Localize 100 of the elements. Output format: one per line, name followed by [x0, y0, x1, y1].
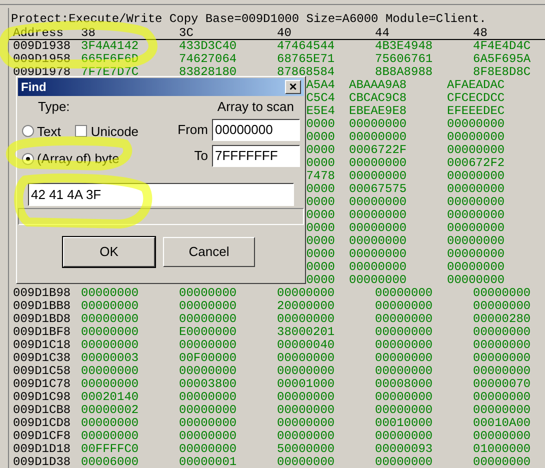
hex-value: 00000000 [81, 299, 139, 313]
hex-value: 00000093 [375, 442, 433, 456]
hex-value: 00000000 [375, 299, 433, 313]
radio-button[interactable] [22, 152, 34, 165]
column-header: 48 [473, 26, 488, 40]
hex-value: 00000000 [349, 273, 407, 287]
hex-value: 0000 [306, 208, 335, 222]
hex-value: ABAAA9A8 [349, 78, 407, 92]
hex-value: 00000000 [349, 208, 407, 222]
hex-value: CFCECDCC [447, 91, 505, 105]
column-header: 40 [277, 26, 292, 40]
hex-value: 00000000 [375, 325, 433, 339]
address-value: 009D1958 [13, 52, 71, 66]
to-label: To [194, 146, 208, 165]
hex-value: 00000000 [277, 312, 335, 326]
hex-value: 00000000 [473, 325, 531, 339]
address-value: 009D1938 [13, 39, 71, 53]
to-field[interactable]: 7FFFFFFF [212, 144, 300, 166]
window-title: Find [21, 79, 46, 96]
hex-value: 00000000 [179, 416, 237, 430]
hex-value: 00000000 [179, 312, 237, 326]
hex-value: 6A5F695A [473, 52, 531, 66]
address-value: 009D1C78 [13, 377, 71, 391]
hex-value: 00000000 [179, 442, 237, 456]
hex-value: 000672F2 [447, 156, 505, 170]
hex-value: 00000001 [179, 455, 237, 468]
hex-value: 0000 [306, 195, 335, 209]
hex-value: 00006000 [81, 455, 139, 468]
hex-value: 00000000 [277, 416, 335, 430]
type-label: Type: [37, 98, 71, 116]
hex-value: 00000070 [473, 377, 531, 391]
column-header: 38 [81, 26, 96, 40]
hex-value: 00000000 [349, 260, 407, 274]
hex-value: 00000000 [375, 312, 433, 326]
hex-value: 00000000 [277, 429, 335, 443]
hex-value: 00008000 [375, 377, 433, 391]
address-value: 009D1D38 [13, 455, 71, 468]
hex-value: 00000000 [277, 364, 335, 378]
hex-value: 8B8A8988 [375, 65, 433, 79]
hex-value: 0006722F [349, 143, 407, 157]
hex-value: 00000000 [447, 260, 505, 274]
hex-value: 00000000 [179, 338, 237, 352]
radio-label: Text [37, 122, 61, 140]
hex-value: 75606761 [375, 52, 433, 66]
hex-value: 00000000 [473, 299, 531, 313]
hex-value: 47464544 [277, 39, 335, 53]
hex-value: 433D3C40 [179, 39, 237, 53]
hex-value: E5E4 [306, 104, 335, 118]
from-field[interactable]: 00000000 [212, 118, 300, 140]
hex-value: 00000000 [447, 208, 505, 222]
hex-value: 7478 [306, 169, 335, 183]
address-value: 009D1B98 [13, 286, 71, 300]
hex-value: 00000000 [447, 273, 505, 287]
hex-value: 3F4A4142 [81, 39, 139, 53]
hex-value: 00000000 [473, 338, 531, 352]
ok-button[interactable]: OK [63, 236, 155, 266]
hex-value: 00000000 [179, 403, 237, 417]
checkbox[interactable] [74, 125, 87, 138]
hex-value: 0000 [306, 273, 335, 287]
hex-value: 00067575 [349, 182, 407, 196]
hex-value: EFEEEDEC [447, 104, 505, 118]
column-header: 44 [375, 26, 390, 40]
hex-value: 0000 [306, 260, 335, 274]
hex-value: C5C4 [306, 91, 335, 105]
hex-value: 00000000 [179, 286, 237, 300]
hex-value: 00000000 [349, 130, 407, 144]
hex-value: 0000 [306, 143, 335, 157]
checkbox-label: Unicode [90, 122, 139, 140]
hex-value: 00003800 [179, 377, 237, 391]
address-value: 009D1C38 [13, 351, 71, 365]
hex-value: 00000000 [447, 247, 505, 261]
hex-value: 00000000 [349, 247, 407, 261]
radio-button[interactable] [22, 125, 34, 138]
hex-value: 00000003 [81, 351, 139, 365]
search-value-field[interactable]: 42 41 4A 3F [28, 182, 294, 206]
address-value: 009D1D18 [13, 442, 71, 456]
address-value: 009D1CD8 [13, 416, 71, 430]
address-value: 009D1CF8 [13, 429, 71, 443]
hex-value: 00F00000 [179, 351, 237, 365]
hex-value: 00000000 [81, 286, 139, 300]
hex-value: 00000000 [473, 390, 531, 404]
address-value: 009D1BB8 [13, 299, 71, 313]
close-button[interactable]: × [285, 80, 301, 94]
address-value: 009D1C58 [13, 364, 71, 378]
hex-value: 0000 [306, 234, 335, 248]
hex-value: 00000000 [81, 377, 139, 391]
hex-value: 00000000 [473, 403, 531, 417]
hex-value: 00000000 [473, 364, 531, 378]
hex-value: 0000 [306, 221, 335, 235]
hex-value: E0000000 [179, 325, 237, 339]
hex-value: 00000002 [81, 403, 139, 417]
hex-value: 00000000 [447, 143, 505, 157]
address-value: 009D1978 [13, 65, 71, 79]
hex-value: 83828180 [179, 65, 237, 79]
hex-value: 4F4E4D4C [473, 39, 531, 53]
cancel-button[interactable]: Cancel [163, 236, 255, 266]
hex-value: EBEAE9E8 [349, 104, 407, 118]
hex-value: 50000000 [277, 442, 335, 456]
hex-value: 00000000 [447, 130, 505, 144]
hex-value: 00000000 [375, 403, 433, 417]
